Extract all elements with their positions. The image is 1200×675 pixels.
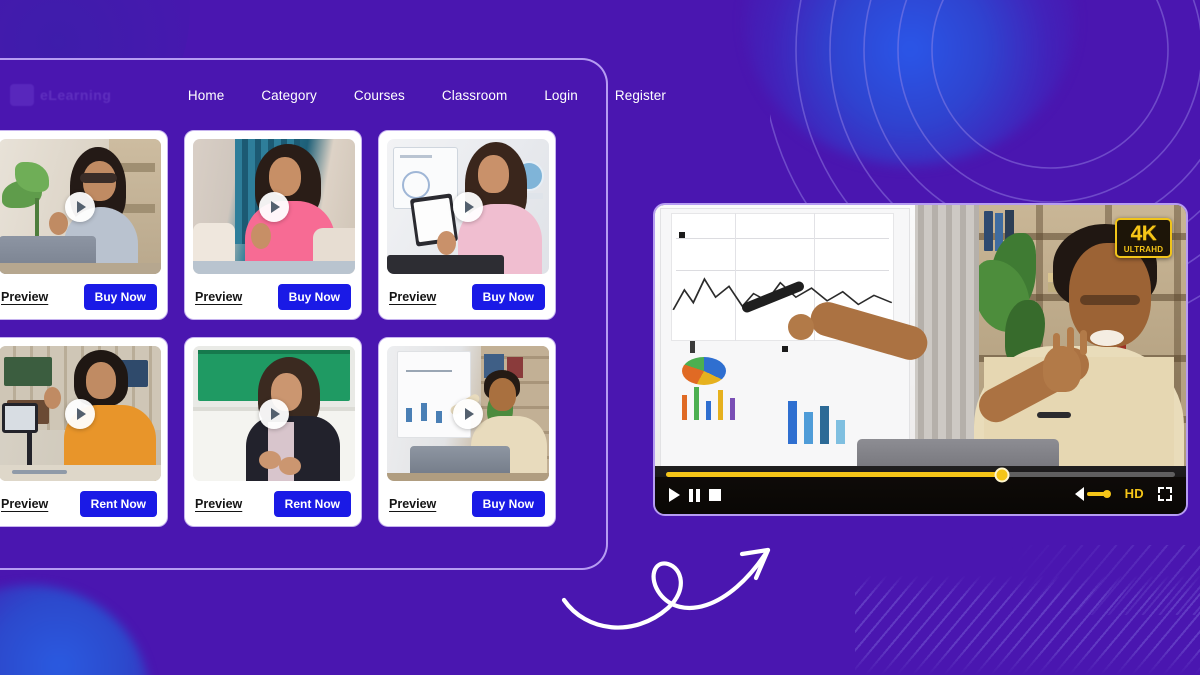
badge-secondary-text: ULTRAHD bbox=[1123, 244, 1164, 254]
nav-item-home[interactable]: Home bbox=[169, 88, 242, 103]
panel-topbar: eLearning Home Category Courses Classroo… bbox=[0, 60, 666, 130]
course-card[interactable]: Preview Buy Now bbox=[378, 337, 556, 527]
quality-badge-4k: 4K ULTRAHD bbox=[1115, 218, 1172, 258]
course-card-footer: Preview Rent Now bbox=[0, 481, 159, 526]
nav-item-classroom[interactable]: Classroom bbox=[423, 88, 525, 103]
preview-link[interactable]: Preview bbox=[389, 290, 436, 304]
course-card-grid: Preview Buy Now Preview Buy Now Preview … bbox=[0, 130, 606, 527]
seek-progress-fill bbox=[666, 472, 1002, 477]
video-player[interactable]: 4K ULTRAHD HD bbox=[653, 203, 1188, 516]
course-card-footer: Preview Buy Now bbox=[0, 274, 159, 319]
nav-item-category[interactable]: Category bbox=[243, 88, 336, 103]
logo-text: eLearning bbox=[40, 87, 112, 103]
play-icon[interactable] bbox=[669, 488, 680, 502]
badge-primary-text: 4K bbox=[1130, 221, 1157, 245]
stop-icon[interactable] bbox=[709, 489, 721, 501]
course-card[interactable]: Preview Buy Now bbox=[0, 130, 168, 320]
buy-now-button[interactable]: Buy Now bbox=[471, 490, 545, 517]
nav-item-login[interactable]: Login bbox=[526, 88, 597, 103]
seek-handle[interactable] bbox=[994, 467, 1010, 482]
course-thumbnail[interactable] bbox=[193, 139, 355, 274]
play-icon[interactable] bbox=[65, 398, 95, 429]
top-right-blue-glow bbox=[745, 0, 1075, 165]
nav-item-register[interactable]: Register bbox=[596, 88, 684, 103]
seek-bar[interactable] bbox=[666, 467, 1175, 482]
course-thumbnail[interactable] bbox=[0, 346, 161, 481]
buy-now-button[interactable]: Buy Now bbox=[471, 283, 545, 310]
course-card[interactable]: Preview Rent Now bbox=[0, 337, 168, 527]
rent-now-button[interactable]: Rent Now bbox=[79, 490, 157, 517]
brand-logo[interactable]: eLearning bbox=[10, 80, 111, 110]
play-icon[interactable] bbox=[453, 398, 483, 429]
logo-mark-icon bbox=[10, 84, 34, 106]
buy-now-button[interactable]: Buy Now bbox=[83, 283, 157, 310]
course-card-footer: Preview Buy Now bbox=[193, 274, 353, 319]
playback-controls-group bbox=[669, 488, 721, 502]
play-icon[interactable] bbox=[259, 398, 289, 429]
preview-link[interactable]: Preview bbox=[195, 290, 242, 304]
course-card-footer: Preview Buy Now bbox=[387, 274, 547, 319]
quality-toggle[interactable]: HD bbox=[1125, 486, 1144, 501]
player-controls-bar: HD bbox=[655, 466, 1186, 514]
volume-icon[interactable] bbox=[1074, 486, 1111, 501]
curved-arrow-decoration bbox=[556, 512, 816, 642]
play-icon[interactable] bbox=[453, 191, 483, 222]
preview-link[interactable]: Preview bbox=[1, 497, 48, 511]
course-catalog-panel: eLearning Home Category Courses Classroo… bbox=[0, 58, 666, 570]
poster-canvas: eLearning Home Category Courses Classroo… bbox=[0, 0, 1200, 675]
main-navigation: Home Category Courses Classroom Login Re… bbox=[169, 88, 684, 103]
player-options-group: HD bbox=[1074, 486, 1172, 501]
diagonal-hatch-decoration-secondary bbox=[1010, 545, 1200, 615]
diagonal-hatch-decoration bbox=[855, 575, 1200, 675]
course-thumbnail[interactable] bbox=[387, 346, 549, 481]
play-icon[interactable] bbox=[259, 191, 289, 222]
course-card[interactable]: Preview Buy Now bbox=[184, 130, 362, 320]
nav-item-courses[interactable]: Courses bbox=[335, 88, 423, 103]
course-thumbnail[interactable] bbox=[387, 139, 549, 274]
preview-link[interactable]: Preview bbox=[195, 497, 242, 511]
course-thumbnail[interactable] bbox=[0, 139, 161, 274]
fullscreen-icon[interactable] bbox=[1158, 486, 1172, 501]
rent-now-button[interactable]: Rent Now bbox=[273, 490, 351, 517]
volume-handle[interactable] bbox=[1102, 489, 1111, 498]
video-scene-artwork: 4K ULTRAHD bbox=[655, 205, 1186, 477]
pause-icon[interactable] bbox=[689, 488, 700, 502]
course-card[interactable]: Preview Buy Now bbox=[378, 130, 556, 320]
preview-link[interactable]: Preview bbox=[1, 290, 48, 304]
preview-link[interactable]: Preview bbox=[389, 497, 436, 511]
buy-now-button[interactable]: Buy Now bbox=[277, 283, 351, 310]
speaker-cone-icon bbox=[1074, 486, 1084, 501]
play-icon[interactable] bbox=[65, 191, 95, 222]
bottom-left-blue-glow bbox=[0, 585, 150, 675]
course-thumbnail[interactable] bbox=[193, 346, 355, 481]
course-card-footer: Preview Buy Now bbox=[387, 481, 547, 526]
course-card-footer: Preview Rent Now bbox=[193, 481, 353, 526]
course-card[interactable]: Preview Rent Now bbox=[184, 337, 362, 527]
